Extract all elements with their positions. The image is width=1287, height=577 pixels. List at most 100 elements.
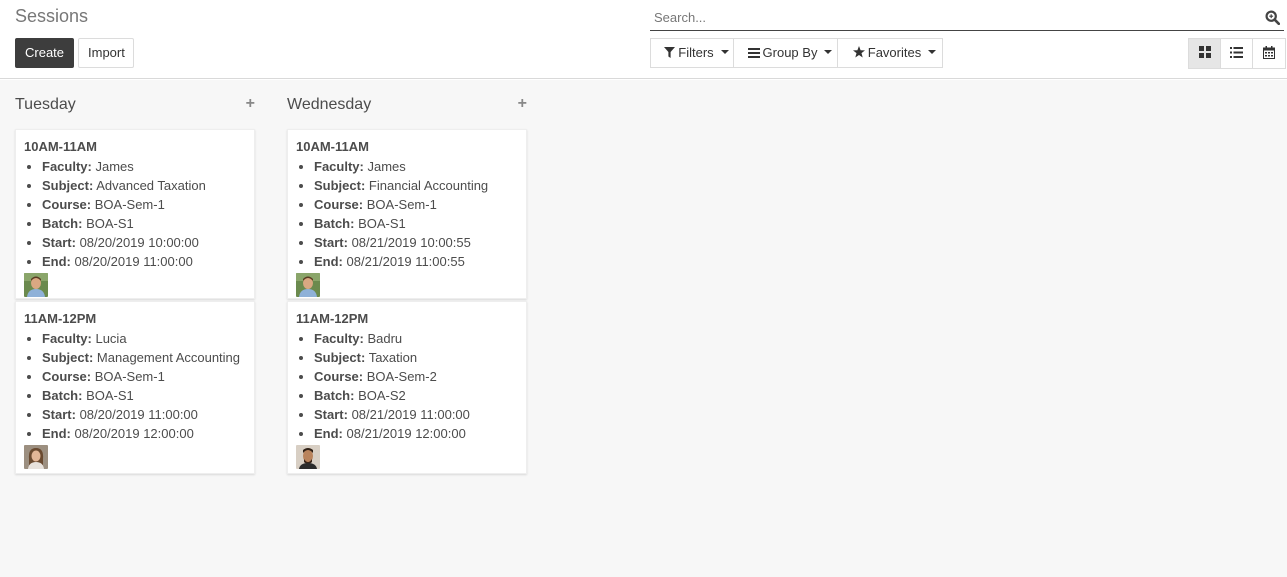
list-item: Batch: BOA-S1 (314, 214, 518, 233)
field-label: End: (42, 426, 71, 441)
list-item: Faculty: Lucia (42, 329, 246, 348)
subject-value: Advanced Taxation (96, 178, 206, 193)
course-value: BOA-Sem-1 (366, 197, 437, 212)
calendar-icon (1263, 45, 1275, 62)
field-label: Start: (42, 235, 76, 250)
calendar-view-button[interactable] (1252, 38, 1286, 69)
field-label: Faculty: (42, 159, 92, 174)
list-item: Batch: BOA-S1 (42, 214, 246, 233)
subject-value: Management Accounting (96, 350, 241, 365)
search-icon[interactable] (1265, 10, 1281, 26)
field-label: Subject: (42, 350, 94, 365)
faculty-value: James (95, 159, 134, 174)
kanban-view-button[interactable] (1188, 38, 1221, 69)
kanban-card[interactable]: 11AM-12PM Faculty: Badru Subject: Taxati… (287, 301, 527, 474)
kanban-card[interactable]: 10AM-11AM Faculty: James Subject: Advanc… (15, 129, 255, 299)
field-label: Start: (42, 407, 76, 422)
kanban-board: Tuesday + 10AM-11AM Faculty: James Subje… (0, 80, 1287, 577)
course-value: BOA-Sem-2 (366, 369, 437, 384)
column-header: Tuesday + (15, 80, 255, 128)
field-label: Batch: (42, 388, 83, 403)
subject-value: Taxation (368, 350, 418, 365)
group-by-label: Group By (762, 45, 818, 60)
search-bar (650, 5, 1284, 31)
bars-icon (747, 40, 760, 68)
import-button[interactable]: Import (78, 38, 134, 68)
start-value: 08/21/2019 11:00:00 (351, 407, 470, 422)
course-value: BOA-Sem-1 (94, 369, 165, 384)
list-icon (1230, 46, 1243, 61)
list-view-button[interactable] (1220, 38, 1253, 69)
faculty-value: Badru (367, 331, 403, 346)
field-label: Faculty: (314, 159, 364, 174)
list-item: End: 08/20/2019 11:00:00 (42, 252, 246, 271)
card-time: 10AM-11AM (296, 139, 369, 154)
filter-icon (664, 40, 676, 68)
chevron-down-icon (720, 50, 729, 55)
field-label: Subject: (314, 178, 366, 193)
list-item: Start: 08/21/2019 10:00:55 (314, 233, 518, 252)
filters-dropdown[interactable]: Filters (650, 38, 734, 68)
list-item: End: 08/20/2019 12:00:00 (42, 424, 246, 443)
avatar (296, 273, 320, 297)
end-value: 08/20/2019 11:00:00 (74, 254, 193, 269)
list-item: Subject: Financial Accounting (314, 176, 518, 195)
group-by-dropdown[interactable]: Group By (733, 38, 838, 68)
field-label: Faculty: (42, 331, 92, 346)
kanban-card[interactable]: 11AM-12PM Faculty: Lucia Subject: Manage… (15, 301, 255, 474)
card-time: 11AM-12PM (296, 311, 369, 326)
course-value: BOA-Sem-1 (94, 197, 165, 212)
list-item: Faculty: James (314, 157, 518, 176)
subject-value: Financial Accounting (368, 178, 489, 193)
kanban-column-wednesday: Wednesday + 10AM-11AM Faculty: James Sub… (287, 80, 527, 474)
list-item: Course: BOA-Sem-2 (314, 367, 518, 386)
start-value: 08/20/2019 11:00:00 (79, 407, 198, 422)
list-item: Faculty: Badru (314, 329, 518, 348)
faculty-value: James (367, 159, 406, 174)
quick-create-icon[interactable]: + (246, 95, 255, 113)
column-title: Wednesday (287, 96, 372, 113)
create-button[interactable]: Create (15, 38, 74, 68)
quick-create-icon[interactable]: + (518, 95, 527, 113)
column-header: Wednesday + (287, 80, 527, 128)
control-panel: Sessions Create Import Filters Group By … (0, 0, 1287, 79)
batch-value: BOA-S1 (86, 216, 134, 231)
end-value: 08/21/2019 12:00:00 (346, 426, 466, 441)
kanban-card[interactable]: 10AM-11AM Faculty: James Subject: Financ… (287, 129, 527, 299)
field-label: Course: (314, 197, 364, 212)
card-time: 10AM-11AM (24, 139, 97, 154)
list-item: Subject: Advanced Taxation (42, 176, 246, 195)
favorites-dropdown[interactable]: Favorites (837, 38, 943, 68)
list-item: Batch: BOA-S2 (314, 386, 518, 405)
card-details: Faculty: Badru Subject: Taxation Course:… (296, 329, 518, 443)
faculty-value: Lucia (95, 331, 127, 346)
avatar (24, 445, 48, 469)
kanban-column-tuesday: Tuesday + 10AM-11AM Faculty: James Subje… (15, 80, 255, 474)
field-label: Start: (314, 407, 348, 422)
start-value: 08/20/2019 10:00:00 (79, 235, 199, 250)
chevron-down-icon (824, 50, 833, 55)
field-label: Faculty: (314, 331, 364, 346)
card-time: 11AM-12PM (24, 311, 97, 326)
card-details: Faculty: Lucia Subject: Management Accou… (24, 329, 246, 443)
list-item: Subject: Taxation (314, 348, 518, 367)
list-item: Start: 08/20/2019 10:00:00 (42, 233, 246, 252)
list-item: Course: BOA-Sem-1 (314, 195, 518, 214)
favorites-label: Favorites (867, 45, 922, 60)
avatar (296, 445, 320, 469)
list-item: Start: 08/20/2019 11:00:00 (42, 405, 246, 424)
column-title: Tuesday (15, 96, 76, 113)
filters-label: Filters (678, 45, 714, 60)
field-label: Course: (314, 369, 364, 384)
search-input[interactable] (650, 5, 1250, 30)
list-item: End: 08/21/2019 12:00:00 (314, 424, 518, 443)
list-item: Faculty: James (42, 157, 246, 176)
field-label: Subject: (42, 178, 94, 193)
batch-value: BOA-S1 (86, 388, 134, 403)
list-item: Course: BOA-Sem-1 (42, 195, 246, 214)
field-label: Batch: (314, 216, 355, 231)
field-label: Batch: (314, 388, 355, 403)
field-label: Course: (42, 369, 92, 384)
page-title: Sessions (15, 6, 89, 26)
field-label: Subject: (314, 350, 366, 365)
